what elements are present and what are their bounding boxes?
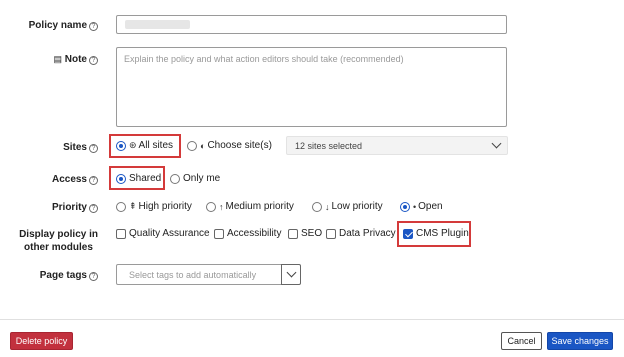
policy-name-input[interactable] xyxy=(116,15,507,34)
highlight-cms-plugin xyxy=(397,221,471,247)
only-me-radio[interactable] xyxy=(170,173,180,184)
down-arrow-icon: ↓ xyxy=(325,201,330,212)
footer-divider xyxy=(0,319,624,320)
low-priority-radio[interactable] xyxy=(312,201,322,212)
priority-low-option[interactable]: ↓ Low priority xyxy=(312,201,383,212)
page-tags-dropdown-button[interactable] xyxy=(281,264,301,285)
chevron-down-icon xyxy=(491,138,502,149)
quality-assurance-checkbox[interactable] xyxy=(116,228,126,239)
access-only-me-option[interactable]: Only me xyxy=(170,173,220,184)
note-label: ▤ Note? xyxy=(20,54,98,65)
note-textarea[interactable] xyxy=(116,47,507,127)
priority-high-option[interactable]: ⇞ High priority xyxy=(116,201,192,212)
high-priority-radio[interactable] xyxy=(116,201,126,212)
seo-checkbox[interactable] xyxy=(288,228,298,239)
data-privacy-checkbox[interactable] xyxy=(326,228,336,239)
chevron-down-icon xyxy=(286,267,297,278)
priority-medium-option[interactable]: ↑ Medium priority xyxy=(206,201,294,212)
page-tags-select[interactable]: Select tags to add automatically xyxy=(116,264,282,285)
help-icon[interactable]: ? xyxy=(89,204,98,213)
access-label: Access? xyxy=(20,174,98,185)
priority-open-option[interactable]: • Open xyxy=(400,201,443,212)
policy-name-value-redacted xyxy=(125,20,190,29)
choose-sites-radio[interactable] xyxy=(187,140,197,151)
priority-label: Priority? xyxy=(20,202,98,213)
display-policy-label: Display policy in other modules xyxy=(19,229,98,253)
module-accessibility-option[interactable]: Accessibility xyxy=(214,228,281,239)
dot-icon: • xyxy=(413,201,417,212)
accessibility-checkbox[interactable] xyxy=(214,228,224,239)
sites-label: Sites? xyxy=(20,142,98,153)
module-quality-assurance-option[interactable]: Quality Assurance xyxy=(116,228,210,239)
help-icon[interactable]: ? xyxy=(89,176,98,185)
cancel-button[interactable]: Cancel xyxy=(501,332,542,350)
up-arrow-icon: ↑ xyxy=(219,201,224,212)
delete-policy-button[interactable]: Delete policy xyxy=(10,332,73,350)
module-seo-option[interactable]: SEO xyxy=(288,228,322,239)
page-tags-label: Page tags? xyxy=(20,270,98,281)
highlight-shared xyxy=(109,166,165,190)
highlight-all-sites xyxy=(109,134,181,158)
help-icon[interactable]: ? xyxy=(89,56,98,65)
double-up-arrow-icon: ⇞ xyxy=(129,201,137,211)
help-icon[interactable]: ? xyxy=(89,144,98,153)
choose-sites-icon: ◐ xyxy=(200,140,206,151)
help-icon[interactable]: ? xyxy=(89,272,98,281)
policy-name-label: Policy name? xyxy=(20,20,98,31)
help-icon[interactable]: ? xyxy=(89,22,98,31)
sites-choose-option[interactable]: ◐ Choose site(s) xyxy=(187,140,272,151)
medium-priority-radio[interactable] xyxy=(206,201,216,212)
sites-dropdown[interactable]: 12 sites selected xyxy=(286,136,508,155)
save-changes-button[interactable]: Save changes xyxy=(547,332,613,350)
note-icon: ▤ xyxy=(53,54,62,64)
module-data-privacy-option[interactable]: Data Privacy xyxy=(326,228,396,239)
open-radio[interactable] xyxy=(400,201,410,212)
